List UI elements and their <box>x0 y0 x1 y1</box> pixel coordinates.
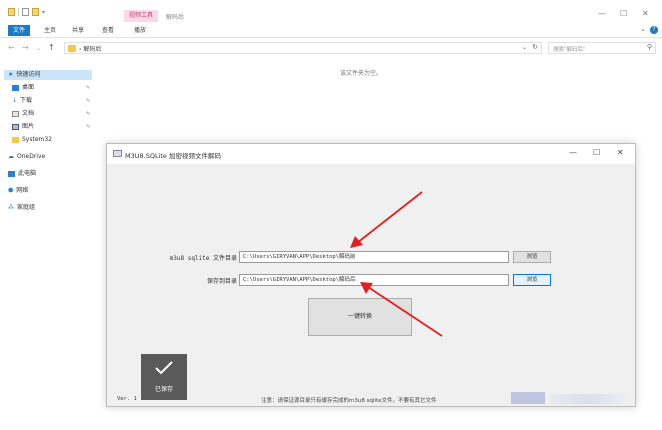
watermark-area <box>549 394 629 404</box>
pin-icon: ✎ <box>86 111 91 117</box>
properties-icon[interactable] <box>22 8 29 16</box>
maximize-icon[interactable]: ☐ <box>593 148 600 157</box>
download-icon: ↓ <box>12 97 18 104</box>
tab-view[interactable]: 查看 <box>98 25 118 36</box>
quick-access-toolbar: ▾ <box>8 8 45 16</box>
folder-icon <box>68 45 76 52</box>
dialog-title: M3U8.SQLite 加密视频文件解码 <box>125 152 221 160</box>
up-icon[interactable]: ↑ <box>48 43 55 52</box>
dialog-titlebar: M3U8.SQLite 加密视频文件解码 — ☐ ✕ <box>107 144 635 164</box>
search-box[interactable]: 搜索"解码后" ⚲ <box>548 42 656 54</box>
target-browse-button[interactable]: 浏览 <box>513 274 551 286</box>
breadcrumb[interactable]: 解码后 <box>83 46 101 53</box>
explorer-titlebar: ▾ 视频工具 解码后 — ☐ ✕ <box>0 0 662 22</box>
tab-home[interactable]: 主页 <box>40 25 60 36</box>
pin-icon: ✎ <box>86 85 91 91</box>
folder-icon <box>12 137 19 143</box>
tab-file[interactable]: 文件 <box>8 25 30 36</box>
navigation-pane: ★ 快速访问 桌面 ✎ ↓ 下载 ✎ 文档 ✎ 图片 ✎ System32 ☁ … <box>0 62 96 422</box>
address-dropdown-icon[interactable]: ⌄ <box>522 44 527 51</box>
pin-icon: ✎ <box>86 98 91 104</box>
target-dir-field[interactable]: C:\Users\GIRYVAN\APP\Desktop\解码后 <box>239 274 509 286</box>
target-dir-label: 保存到目录 <box>206 278 237 285</box>
window-title: 解码后 <box>166 14 185 21</box>
pin-icon: ✎ <box>86 124 91 130</box>
source-browse-button[interactable]: 浏览 <box>513 251 551 263</box>
nav-item-desktop[interactable]: 桌面 ✎ <box>12 83 90 93</box>
version-label: Ver. 1 <box>117 396 137 402</box>
document-icon <box>12 111 19 117</box>
search-icon: ⚲ <box>646 43 652 51</box>
context-tab-video-tools[interactable]: 视频工具 <box>124 10 158 22</box>
refresh-icon[interactable]: ↻ <box>532 43 538 51</box>
tab-play[interactable]: 播放 <box>130 25 150 36</box>
dialog-body: m3u8 sqlite 文件目录 C:\Users\GIRYVAN\APP\De… <box>107 164 635 408</box>
computer-icon <box>8 171 15 177</box>
nav-onedrive[interactable]: ☁ OneDrive <box>8 152 45 162</box>
maximize-icon[interactable]: ☐ <box>620 9 627 18</box>
nav-homegroup[interactable]: ⁂ 家庭组 <box>8 203 35 213</box>
convert-button[interactable]: 一键转换 <box>308 298 412 336</box>
saved-badge: 已保存 <box>141 354 187 400</box>
close-icon[interactable]: ✕ <box>617 148 624 157</box>
app-icon <box>113 150 122 157</box>
checkmark-icon <box>155 361 173 375</box>
minimize-icon[interactable]: — <box>598 9 606 18</box>
qat-dropdown-icon[interactable]: ▾ <box>42 9 45 16</box>
back-icon[interactable]: ← <box>8 43 15 52</box>
address-bar[interactable]: › 解码后 ⌄ ↻ <box>64 42 542 54</box>
obscured-area <box>511 392 545 404</box>
ribbon-tabs: 文件 主页 共享 查看 播放 ⌄ ? <box>0 22 662 38</box>
notice-text: 注意：请保证源目录只有缓存完成的m3u8 sqlite文件，不要有其它文件 <box>261 398 437 404</box>
cloud-icon: ☁ <box>8 153 14 160</box>
network-icon: ⬢ <box>8 187 14 194</box>
saved-label: 已保存 <box>154 386 173 393</box>
picture-icon <box>12 124 19 130</box>
nav-this-pc[interactable]: 此电脑 <box>8 169 36 179</box>
empty-folder-message: 该文件夹为空。 <box>340 70 383 77</box>
nav-network[interactable]: ⬢ 网络 <box>8 186 28 196</box>
desktop-icon <box>12 85 19 91</box>
nav-quick-access[interactable]: ★ 快速访问 <box>4 70 92 80</box>
recent-dropdown-icon[interactable]: ⌄ <box>36 45 41 52</box>
star-icon: ★ <box>8 71 14 78</box>
close-icon[interactable]: ✕ <box>642 9 649 18</box>
nav-item-downloads[interactable]: ↓ 下载 ✎ <box>12 96 90 106</box>
search-input[interactable]: 搜索"解码后" <box>553 45 586 53</box>
decoder-dialog: M3U8.SQLite 加密视频文件解码 — ☐ ✕ m3u8 sqlite 文… <box>106 143 636 407</box>
folder-icon <box>8 8 15 16</box>
source-dir-label: m3u8 sqlite 文件目录 <box>169 255 237 262</box>
nav-item-documents[interactable]: 文档 ✎ <box>12 109 90 119</box>
nav-item-pictures[interactable]: 图片 ✎ <box>12 122 90 132</box>
nav-item-system32[interactable]: System32 <box>12 135 52 145</box>
homegroup-icon: ⁂ <box>8 204 14 211</box>
tab-share[interactable]: 共享 <box>68 25 88 36</box>
new-folder-icon[interactable] <box>32 8 39 16</box>
help-icon[interactable]: ? <box>650 26 658 34</box>
forward-icon[interactable]: → <box>22 43 29 52</box>
ribbon-expand-icon[interactable]: ⌄ <box>640 25 646 33</box>
source-dir-field[interactable]: C:\Users\GIRYVAN\APP\Desktop\解码前 <box>239 251 509 263</box>
address-row: ← → ⌄ ↑ › 解码后 ⌄ ↻ 搜索"解码后" ⚲ <box>0 40 662 56</box>
minimize-icon[interactable]: — <box>569 148 577 157</box>
